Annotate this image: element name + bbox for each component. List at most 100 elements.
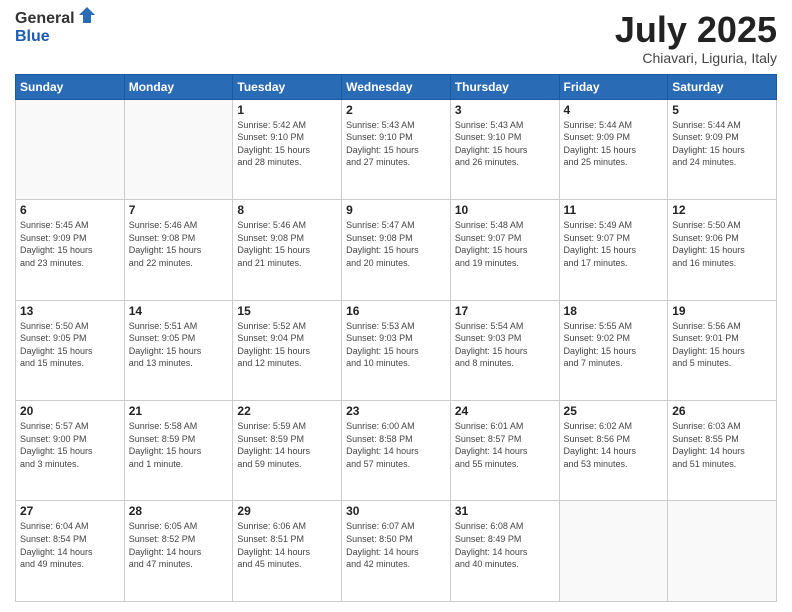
week-row-5: 27Sunrise: 6:04 AM Sunset: 8:54 PM Dayli… (16, 501, 777, 602)
calendar-cell: 19 Sunrise: 5:56 AM Sunset: 9:01 PM Dayli… (668, 300, 777, 400)
day-info: Sunrise: 5:51 AM Sunset: 9:05 PM Dayligh… (129, 320, 229, 370)
day-info: Sunrise: 6:08 AM Sunset: 8:49 PM Dayligh… (455, 520, 555, 570)
day-number: 22 (237, 404, 337, 418)
calendar-cell: 5Sunrise: 5:44 AM Sunset: 9:09 PM Daylig… (668, 99, 777, 199)
day-number: 25 (564, 404, 664, 418)
day-info: Sunrise: 5:42 AM Sunset: 9:10 PM Dayligh… (237, 119, 337, 169)
day-number: 3 (455, 103, 555, 117)
day-info: Sunrise: 5:48 AM Sunset: 9:07 PM Dayligh… (455, 219, 555, 269)
day-info: Sunrise: 5:49 AM Sunset: 9:07 PM Dayligh… (564, 219, 664, 269)
day-number: 14 (129, 304, 229, 318)
calendar-cell: 12Sunrise: 5:50 AM Sunset: 9:06 PM Dayli… (668, 200, 777, 300)
day-info: Sunrise: 5:58 AM Sunset: 8:59 PM Dayligh… (129, 420, 229, 470)
calendar-cell: 25Sunrise: 6:02 AM Sunset: 8:56 PM Dayli… (559, 401, 668, 501)
calendar-cell: 20 Sunrise: 5:57 AM Sunset: 9:00 PM Dayli… (16, 401, 125, 501)
calendar-cell: 16Sunrise: 5:53 AM Sunset: 9:03 PM Dayli… (342, 300, 451, 400)
day-info: Sunrise: 6:06 AM Sunset: 8:51 PM Dayligh… (237, 520, 337, 570)
calendar-cell: 26 Sunrise: 6:03 AM Sunset: 8:55 PM Dayli… (668, 401, 777, 501)
calendar-cell: 6 Sunrise: 5:45 AM Sunset: 9:09 PM Daylig… (16, 200, 125, 300)
calendar-cell: 4Sunrise: 5:44 AM Sunset: 9:09 PM Daylig… (559, 99, 668, 199)
calendar-cell: 14 Sunrise: 5:51 AM Sunset: 9:05 PM Dayli… (124, 300, 233, 400)
calendar-cell: 17Sunrise: 5:54 AM Sunset: 9:03 PM Dayli… (450, 300, 559, 400)
day-info: Sunrise: 5:46 AM Sunset: 9:08 PM Dayligh… (237, 219, 337, 269)
calendar-cell: 8 Sunrise: 5:46 AM Sunset: 9:08 PM Daylig… (233, 200, 342, 300)
location: Chiavari, Liguria, Italy (615, 50, 777, 66)
day-info: Sunrise: 6:00 AM Sunset: 8:58 PM Dayligh… (346, 420, 446, 470)
day-number: 2 (346, 103, 446, 117)
calendar-cell: 27Sunrise: 6:04 AM Sunset: 8:54 PM Dayli… (16, 501, 125, 602)
calendar-cell: 23 Sunrise: 6:00 AM Sunset: 8:58 PM Dayli… (342, 401, 451, 501)
day-number: 23 (346, 404, 446, 418)
day-info: Sunrise: 5:47 AM Sunset: 9:08 PM Dayligh… (346, 219, 446, 269)
day-info: Sunrise: 6:03 AM Sunset: 8:55 PM Dayligh… (672, 420, 772, 470)
calendar-cell: 10 Sunrise: 5:48 AM Sunset: 9:07 PM Dayli… (450, 200, 559, 300)
logo-general: General (15, 10, 75, 28)
day-info: Sunrise: 5:43 AM Sunset: 9:10 PM Dayligh… (346, 119, 446, 169)
week-row-1: 1 Sunrise: 5:42 AM Sunset: 9:10 PM Daylig… (16, 99, 777, 199)
header-saturday: Saturday (668, 74, 777, 99)
logo-blue: Blue (15, 28, 75, 46)
calendar-cell: 28Sunrise: 6:05 AM Sunset: 8:52 PM Dayli… (124, 501, 233, 602)
day-info: Sunrise: 5:50 AM Sunset: 9:06 PM Dayligh… (672, 219, 772, 269)
logo: General Blue (15, 10, 97, 45)
calendar-cell: 30Sunrise: 6:07 AM Sunset: 8:50 PM Dayli… (342, 501, 451, 602)
calendar-cell: 7 Sunrise: 5:46 AM Sunset: 9:08 PM Daylig… (124, 200, 233, 300)
day-info: Sunrise: 5:46 AM Sunset: 9:08 PM Dayligh… (129, 219, 229, 269)
day-number: 11 (564, 203, 664, 217)
day-info: Sunrise: 5:57 AM Sunset: 9:00 PM Dayligh… (20, 420, 120, 470)
day-number: 24 (455, 404, 555, 418)
calendar-cell (668, 501, 777, 602)
day-info: Sunrise: 5:55 AM Sunset: 9:02 PM Dayligh… (564, 320, 664, 370)
calendar-cell: 11 Sunrise: 5:49 AM Sunset: 9:07 PM Dayli… (559, 200, 668, 300)
calendar-cell: 24Sunrise: 6:01 AM Sunset: 8:57 PM Dayli… (450, 401, 559, 501)
day-number: 10 (455, 203, 555, 217)
calendar-cell: 13 Sunrise: 5:50 AM Sunset: 9:05 PM Dayli… (16, 300, 125, 400)
day-number: 29 (237, 504, 337, 518)
day-number: 8 (237, 203, 337, 217)
calendar-cell (16, 99, 125, 199)
weekday-header-row: Sunday Monday Tuesday Wednesday Thursday… (16, 74, 777, 99)
header-friday: Friday (559, 74, 668, 99)
day-number: 13 (20, 304, 120, 318)
header-monday: Monday (124, 74, 233, 99)
day-info: Sunrise: 5:44 AM Sunset: 9:09 PM Dayligh… (564, 119, 664, 169)
calendar-cell: 3 Sunrise: 5:43 AM Sunset: 9:10 PM Daylig… (450, 99, 559, 199)
calendar-cell: 1 Sunrise: 5:42 AM Sunset: 9:10 PM Daylig… (233, 99, 342, 199)
day-number: 30 (346, 504, 446, 518)
day-number: 5 (672, 103, 772, 117)
day-number: 6 (20, 203, 120, 217)
day-number: 16 (346, 304, 446, 318)
day-number: 26 (672, 404, 772, 418)
header-sunday: Sunday (16, 74, 125, 99)
header-wednesday: Wednesday (342, 74, 451, 99)
calendar-cell (559, 501, 668, 602)
week-row-2: 6 Sunrise: 5:45 AM Sunset: 9:09 PM Daylig… (16, 200, 777, 300)
header-tuesday: Tuesday (233, 74, 342, 99)
day-info: Sunrise: 6:04 AM Sunset: 8:54 PM Dayligh… (20, 520, 120, 570)
calendar-cell: 2 Sunrise: 5:43 AM Sunset: 9:10 PM Daylig… (342, 99, 451, 199)
day-info: Sunrise: 5:43 AM Sunset: 9:10 PM Dayligh… (455, 119, 555, 169)
day-number: 19 (672, 304, 772, 318)
title-block: July 2025 Chiavari, Liguria, Italy (615, 10, 777, 66)
day-number: 9 (346, 203, 446, 217)
calendar-cell: 21Sunrise: 5:58 AM Sunset: 8:59 PM Dayli… (124, 401, 233, 501)
calendar-cell (124, 99, 233, 199)
calendar-cell: 29 Sunrise: 6:06 AM Sunset: 8:51 PM Dayli… (233, 501, 342, 602)
logo-icon (77, 5, 97, 25)
day-info: Sunrise: 5:45 AM Sunset: 9:09 PM Dayligh… (20, 219, 120, 269)
calendar-cell: 15Sunrise: 5:52 AM Sunset: 9:04 PM Dayli… (233, 300, 342, 400)
day-info: Sunrise: 5:50 AM Sunset: 9:05 PM Dayligh… (20, 320, 120, 370)
day-number: 17 (455, 304, 555, 318)
day-number: 18 (564, 304, 664, 318)
week-row-4: 20 Sunrise: 5:57 AM Sunset: 9:00 PM Dayli… (16, 401, 777, 501)
calendar-cell: 9 Sunrise: 5:47 AM Sunset: 9:08 PM Daylig… (342, 200, 451, 300)
calendar-cell: 22 Sunrise: 5:59 AM Sunset: 8:59 PM Dayli… (233, 401, 342, 501)
day-info: Sunrise: 6:05 AM Sunset: 8:52 PM Dayligh… (129, 520, 229, 570)
day-number: 20 (20, 404, 120, 418)
day-number: 7 (129, 203, 229, 217)
day-number: 15 (237, 304, 337, 318)
day-info: Sunrise: 5:59 AM Sunset: 8:59 PM Dayligh… (237, 420, 337, 470)
day-info: Sunrise: 5:56 AM Sunset: 9:01 PM Dayligh… (672, 320, 772, 370)
day-number: 1 (237, 103, 337, 117)
calendar-table: Sunday Monday Tuesday Wednesday Thursday… (15, 74, 777, 602)
